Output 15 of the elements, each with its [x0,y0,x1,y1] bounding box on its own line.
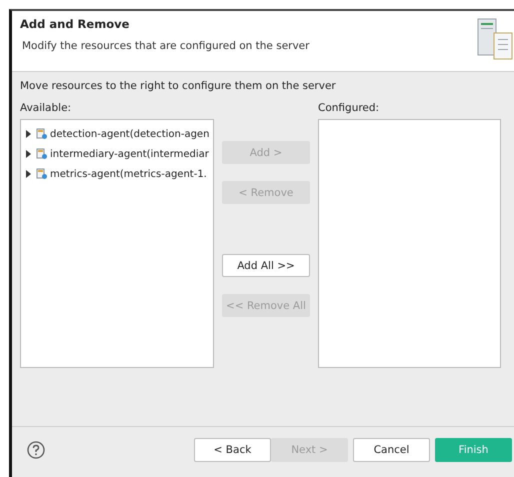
footer-button[interactable]: < Back [194,438,271,462]
dialog-title: Add and Remove [20,17,130,31]
instruction-text: Move resources to the right to configure them on the server [20,80,337,92]
configured-label: Configured: [318,102,380,116]
resource-item[interactable]: detection-agent(detection-agen [50,128,210,140]
resource-item[interactable]: intermediary-agent(intermediar [50,148,209,160]
footer-button[interactable]: Cancel [353,438,430,462]
module-icon [36,128,48,140]
resource-item[interactable]: metrics-agent(metrics-agent-1. [50,168,207,180]
module-icon [36,148,48,160]
help-icon[interactable] [27,441,45,459]
module-icon [36,168,48,180]
dialog-subtitle: Modify the resources that are configured on the server [21,40,310,52]
move-button[interactable]: Add All >> [222,254,310,277]
available-label: Available: [20,102,72,116]
